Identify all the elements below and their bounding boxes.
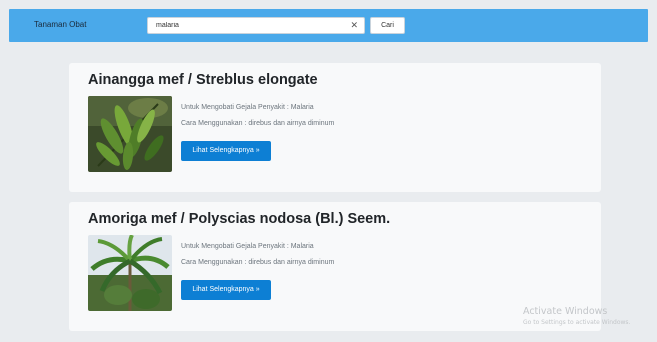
search-box: ✕	[147, 17, 365, 34]
result-title: Ainangga mef / Streblus elongate	[88, 72, 318, 88]
watermark-subtitle: Go to Settings to activate Windows.	[523, 319, 631, 326]
search-input[interactable]	[156, 19, 346, 32]
result-card: Amoriga mef / Polyscias nodosa (Bl.) See…	[69, 202, 601, 331]
windows-activation-watermark: Activate Windows Go to Settings to activ…	[523, 306, 630, 326]
watermark-title: Activate Windows	[523, 306, 608, 317]
top-navbar: Tanaman Obat ✕ Cari	[9, 9, 648, 42]
view-more-button[interactable]: Lihat Selengkapnya »	[181, 141, 271, 161]
x-icon[interactable]: ✕	[350, 20, 358, 31]
disease-text: Untuk Mengobati Gejala Penyakit : Malari…	[181, 104, 314, 111]
brand-link[interactable]: Tanaman Obat	[34, 20, 86, 29]
search-button[interactable]: Cari	[370, 17, 405, 34]
result-card: Ainangga mef / Streblus elongate Untuk M…	[69, 63, 601, 192]
usage-text: Cara Menggunakan : direbus dan airnya di…	[181, 120, 335, 127]
palm-tree-photo	[88, 235, 172, 311]
disease-text: Untuk Mengobati Gejala Penyakit : Malari…	[181, 243, 314, 250]
usage-text: Cara Menggunakan : direbus dan airnya di…	[181, 259, 335, 266]
result-title: Amoriga mef / Polyscias nodosa (Bl.) See…	[88, 211, 391, 227]
view-more-button[interactable]: Lihat Selengkapnya »	[181, 280, 271, 300]
leafy-branch-photo	[88, 96, 172, 172]
